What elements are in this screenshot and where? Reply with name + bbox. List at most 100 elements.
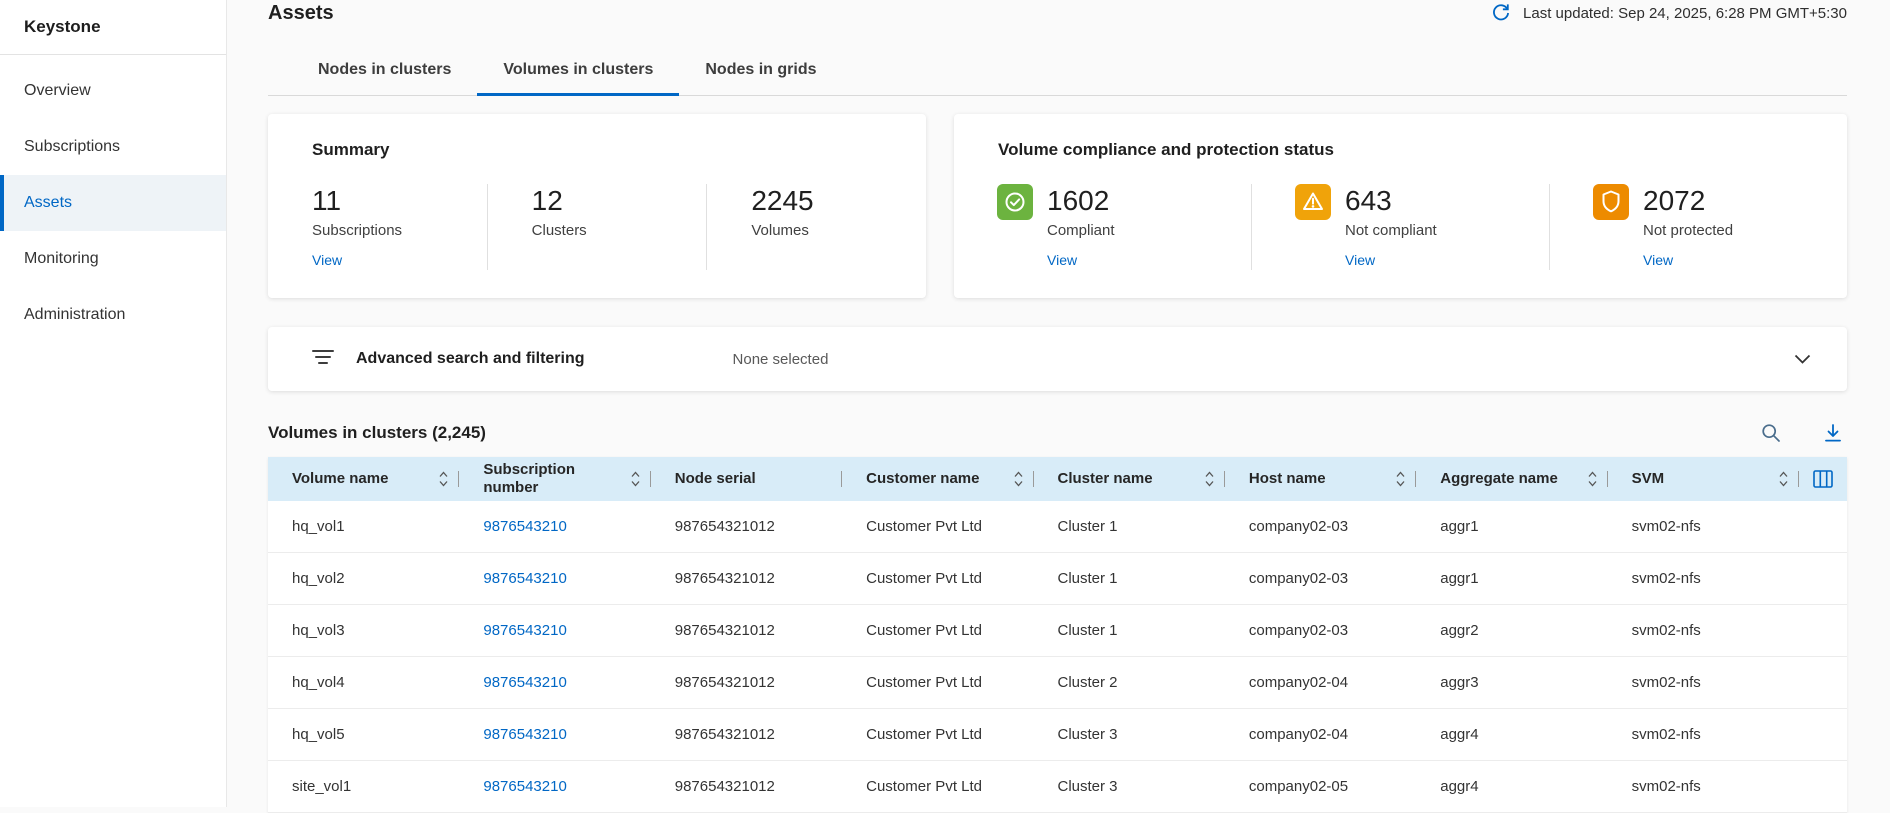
sort-icon[interactable] [1205, 471, 1214, 487]
tab-nodes-in-grids[interactable]: Nodes in grids [679, 53, 842, 95]
cell-cluster-name: Cluster 1 [1034, 570, 1225, 587]
column-label: Aggregate name [1440, 470, 1587, 488]
sort-icon[interactable] [1779, 471, 1788, 487]
sidebar-item-label: Administration [24, 306, 125, 324]
stat-text: 1602 Compliant View [1047, 184, 1115, 270]
filter-icon [312, 348, 334, 371]
search-icon[interactable] [1761, 423, 1781, 443]
stat-text: 643 Not compliant View [1345, 184, 1437, 270]
summary-card: Summary 11 Subscriptions View 12 Cluster… [268, 114, 926, 298]
filter-selection-text: None selected [733, 351, 829, 368]
cell-volume-name: site_vol1 [268, 778, 459, 795]
refresh-icon[interactable] [1491, 3, 1511, 23]
cell-customer-name: Customer Pvt Ltd [842, 726, 1033, 743]
sidebar-item-label: Monitoring [24, 250, 99, 268]
cell-node-serial: 987654321012 [651, 518, 842, 535]
tab-volumes-in-clusters[interactable]: Volumes in clusters [477, 53, 679, 95]
cell-host-name: company02-04 [1225, 726, 1416, 743]
shield-icon [1593, 184, 1629, 220]
advanced-search-bar[interactable]: Advanced search and filtering None selec… [268, 327, 1847, 391]
sidebar-item-assets[interactable]: Assets [0, 175, 226, 231]
cell-svm: svm02-nfs [1608, 674, 1799, 691]
warning-triangle-icon [1295, 184, 1331, 220]
sidebar-item-overview[interactable]: Overview [0, 63, 226, 119]
cell-host-name: company02-05 [1225, 778, 1416, 795]
subscription-number-link[interactable]: 9876543210 [459, 674, 650, 691]
stat-label: Compliant [1047, 221, 1115, 240]
sort-icon[interactable] [1588, 471, 1597, 487]
view-not-protected-link[interactable]: View [1643, 252, 1673, 268]
stat-value: 2072 [1643, 184, 1733, 218]
sidebar-item-administration[interactable]: Administration [0, 287, 226, 343]
cell-cluster-name: Cluster 2 [1034, 674, 1225, 691]
table-row: hq_vol5 9876543210 987654321012 Customer… [268, 709, 1847, 761]
stat-text: 2072 Not protected View [1643, 184, 1733, 270]
column-label: Node serial [675, 470, 831, 488]
stat-value: 11 [312, 184, 477, 218]
stat-value: 12 [532, 184, 697, 218]
sidebar-nav: Overview Subscriptions Assets Monitoring… [0, 55, 226, 343]
stat-label: Volumes [751, 221, 916, 240]
cell-volume-name: hq_vol1 [268, 518, 459, 535]
column-settings-icon[interactable] [1813, 470, 1833, 488]
summary-card-title: Summary [312, 140, 926, 160]
sidebar-item-monitoring[interactable]: Monitoring [0, 231, 226, 287]
chevron-down-icon[interactable] [1794, 354, 1811, 364]
subscription-number-link[interactable]: 9876543210 [459, 622, 650, 639]
stat-compliant: 1602 Compliant View [954, 184, 1251, 270]
cell-node-serial: 987654321012 [651, 570, 842, 587]
summary-stats: 11 Subscriptions View 12 Clusters 2245 V… [268, 184, 926, 270]
cell-node-serial: 987654321012 [651, 674, 842, 691]
stat-value: 2245 [751, 184, 916, 218]
sort-icon[interactable] [1014, 471, 1023, 487]
cell-customer-name: Customer Pvt Ltd [842, 674, 1033, 691]
last-updated-text: Last updated: Sep 24, 2025, 6:28 PM GMT+… [1523, 5, 1847, 22]
sidebar-item-label: Assets [24, 194, 72, 212]
column-header-customer-name: Customer name [842, 457, 1033, 501]
subscription-number-link[interactable]: 9876543210 [459, 518, 650, 535]
cell-customer-name: Customer Pvt Ltd [842, 518, 1033, 535]
stat-value: 1602 [1047, 184, 1115, 218]
column-label: Customer name [866, 470, 1013, 488]
download-icon[interactable] [1823, 423, 1843, 443]
cell-host-name: company02-04 [1225, 674, 1416, 691]
volumes-table: Volume name Subscription number Node ser… [268, 457, 1847, 813]
column-header-volume-name: Volume name [268, 457, 459, 501]
stat-subscriptions: 11 Subscriptions View [268, 184, 487, 270]
column-header-subscription-number: Subscription number [459, 457, 650, 501]
view-compliant-link[interactable]: View [1047, 252, 1077, 268]
column-header-settings [1799, 457, 1847, 501]
sort-icon[interactable] [631, 471, 640, 487]
cell-volume-name: hq_vol2 [268, 570, 459, 587]
cell-customer-name: Customer Pvt Ltd [842, 778, 1033, 795]
view-not-compliant-link[interactable]: View [1345, 252, 1375, 268]
column-header-svm: SVM [1608, 457, 1799, 501]
column-header-cluster-name: Cluster name [1034, 457, 1225, 501]
sort-icon[interactable] [439, 471, 448, 487]
view-subscriptions-link[interactable]: View [312, 252, 342, 268]
column-label: SVM [1632, 470, 1779, 488]
cell-node-serial: 987654321012 [651, 726, 842, 743]
advanced-search-label: Advanced search and filtering [356, 350, 585, 368]
tab-nodes-in-clusters[interactable]: Nodes in clusters [292, 53, 477, 95]
sidebar-item-subscriptions[interactable]: Subscriptions [0, 119, 226, 175]
sort-icon[interactable] [1396, 471, 1405, 487]
stat-label: Clusters [532, 221, 697, 240]
stat-label: Not compliant [1345, 221, 1437, 240]
sidebar: Keystone Overview Subscriptions Assets M… [0, 0, 227, 807]
cell-svm: svm02-nfs [1608, 622, 1799, 639]
subscription-number-link[interactable]: 9876543210 [459, 726, 650, 743]
cell-cluster-name: Cluster 1 [1034, 518, 1225, 535]
compliance-stats: 1602 Compliant View [954, 184, 1847, 270]
table-row: hq_vol1 9876543210 987654321012 Customer… [268, 501, 1847, 553]
cell-host-name: company02-03 [1225, 518, 1416, 535]
table-header: Volume name Subscription number Node ser… [268, 457, 1847, 501]
cell-customer-name: Customer Pvt Ltd [842, 570, 1033, 587]
column-header-node-serial: Node serial [651, 457, 842, 501]
table-body: hq_vol1 9876543210 987654321012 Customer… [268, 501, 1847, 813]
subscription-number-link[interactable]: 9876543210 [459, 778, 650, 795]
cell-node-serial: 987654321012 [651, 778, 842, 795]
cell-host-name: company02-03 [1225, 570, 1416, 587]
check-circle-icon [997, 184, 1033, 220]
subscription-number-link[interactable]: 9876543210 [459, 570, 650, 587]
